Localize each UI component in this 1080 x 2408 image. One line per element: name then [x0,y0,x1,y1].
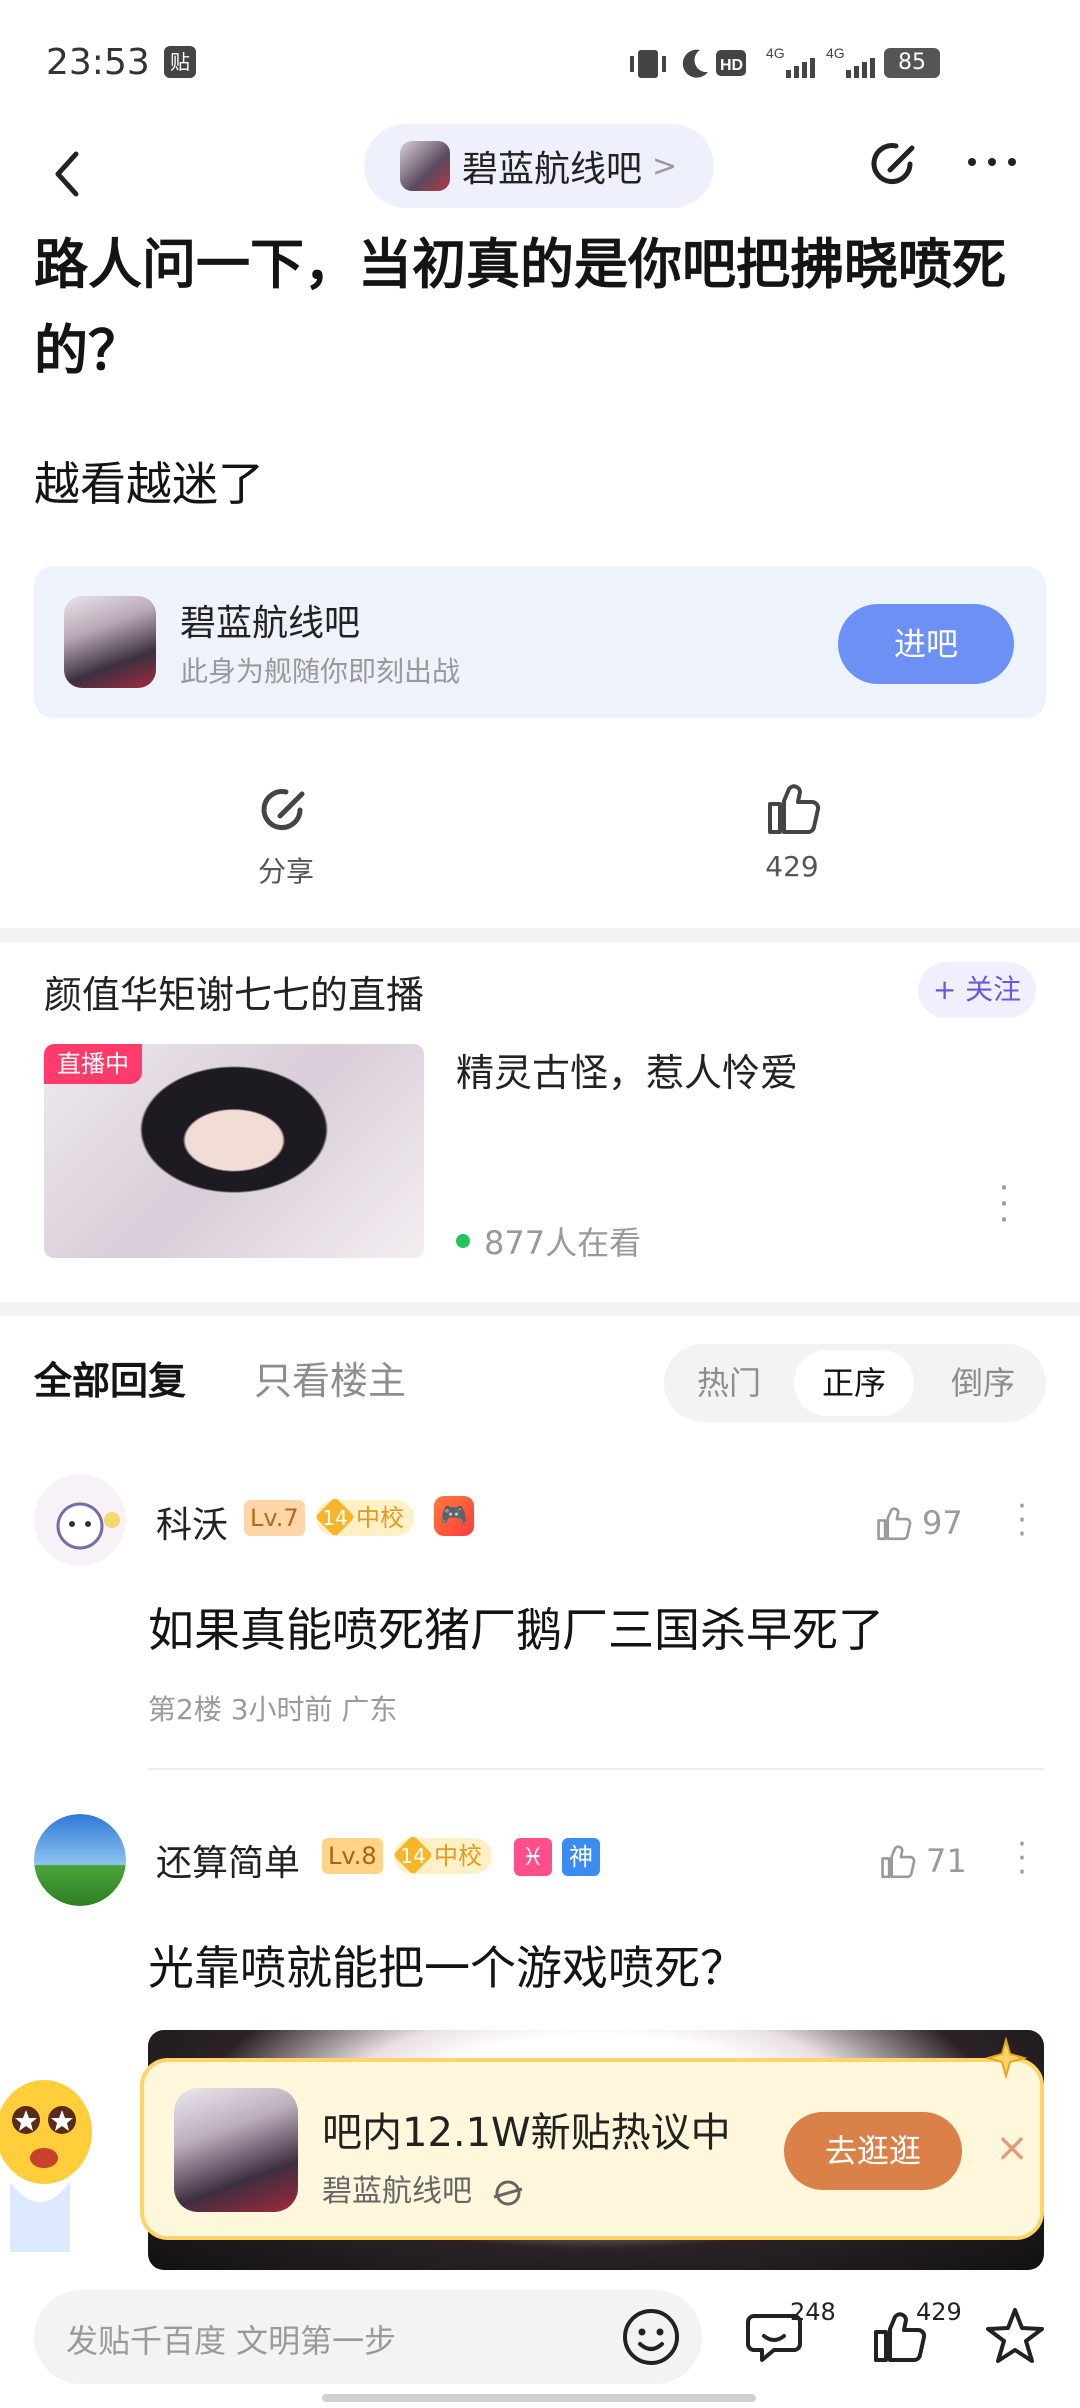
reply-like[interactable]: 71 [876,1840,967,1882]
promo-banner[interactable]: 吧内12.1W新贴热议中 碧蓝航线吧 去逛逛 × [140,2036,1044,2240]
mascot-icon[interactable] [0,2062,96,2276]
reply-like[interactable]: 97 [872,1502,963,1544]
reply-username[interactable]: 还算简单 [156,1834,300,1886]
forum-card[interactable]: 碧蓝航线吧 此身为舰随你即刻出战 进吧 [34,566,1046,718]
like-count: 429 [765,850,819,883]
live-title[interactable]: 颜值华矩谢七七的直播 [44,964,424,1019]
reply-text: 如果真能喷死猪厂鹅厂三国杀早死了 [148,1603,884,1657]
live-more-icon[interactable]: · · · [998,1171,1010,1237]
share-label: 分享 [257,855,314,888]
status-time: 23:53 [46,42,150,83]
sort-toggle: 热门 正序 倒序 [664,1344,1046,1422]
zodiac-badge-icon: ♓ [514,1838,552,1876]
avatar[interactable] [34,1814,126,1906]
follow-button[interactable]: + 关注 [918,962,1036,1018]
reply-text: 光靠喷就能把一个游戏喷死？ [148,1941,746,1995]
live-badge: 直播中 [44,1044,142,1084]
rank-badge: 14 中校 [314,1496,414,1538]
promo-title: 吧内12.1W新贴热议中 [322,2110,731,2156]
forum-pill[interactable]: 碧蓝航线吧 > [364,124,714,208]
live-dot-icon [456,1234,470,1248]
live-viewers-text: 877人在看 [484,1224,642,1262]
reply-more-icon[interactable]: · · · [1016,1830,1028,1888]
enter-forum-button[interactable]: 进吧 [838,604,1014,684]
sort-descending[interactable]: 倒序 [918,1344,1048,1422]
level-badge: Lv.7 [244,1500,305,1536]
share-icon[interactable] [866,134,926,194]
live-viewers: 877人在看 [456,1218,641,1264]
bottom-bar: 发贴千百度 文明第一步 248 429 [0,2280,1080,2408]
svg-text:4G: 4G [766,45,785,61]
section-divider [0,1302,1080,1316]
forum-card-name: 碧蓝航线吧 [180,603,361,644]
svg-text:HD: HD [720,57,743,74]
live-thumbnail[interactable]: 直播中 [44,1044,424,1258]
avatar[interactable] [34,1474,126,1566]
post-title: 路人问一下，当初真的是你吧把拂晓喷死的？ [34,233,1006,382]
top-nav: 碧蓝航线吧 > [0,120,1080,232]
tieba-notification-icon: 贴 [164,46,196,78]
home-indicator[interactable] [322,2394,756,2402]
forum-card-avatar [64,596,156,688]
post-body: 越看越迷了 [34,457,264,511]
more-icon[interactable] [962,138,1022,188]
moon-icon [682,49,708,78]
promo-avatar [174,2088,298,2212]
sort-hot[interactable]: 热门 [664,1344,794,1422]
vibrate-icon [630,50,666,78]
thumbs-up-icon [881,1845,916,1879]
reply-divider [148,1768,1044,1770]
battery-icon: 85 [884,48,940,78]
share-icon [261,789,305,831]
chevron-right-icon: > [652,148,678,184]
reply-like-count: 97 [922,1504,963,1542]
reply-input-placeholder: 发贴千百度 文明第一步 [66,2322,397,2360]
back-icon[interactable] [46,140,96,210]
hd-icon: HD [716,50,746,76]
reply-username[interactable]: 科沃 [156,1496,228,1548]
star-icon[interactable] [982,2304,1048,2370]
game-badge-icon: 🎮 [434,1496,474,1536]
tab-op-only[interactable]: 只看楼主 [254,1350,406,1405]
reply-like-count: 71 [926,1842,967,1880]
signal-4g-icon-2: 4G [826,45,875,78]
sort-ascending[interactable]: 正序 [794,1350,914,1416]
sparkle-icon [984,2036,1028,2080]
like-action[interactable]: 429 [752,776,832,883]
status-bar: 23:53 贴 HD 4G 4G 85 [0,0,1080,120]
level-badge: Lv.8 [322,1838,383,1874]
share-action[interactable]: 分享 [246,780,326,890]
close-icon[interactable]: × [984,2120,1040,2176]
promo-subtitle: 碧蓝航线吧 [322,2166,526,2211]
tab-all-replies[interactable]: 全部回复 [34,1350,186,1405]
go-browse-button[interactable]: 去逛逛 [784,2112,962,2190]
forum-avatar [400,141,450,191]
rank-badge: 14 中校 [392,1834,492,1876]
thumbs-up-icon [768,784,821,834]
god-badge-icon: 神 [562,1838,600,1876]
reply-meta: 第2楼 3小时前 广东 [148,1693,398,1726]
live-description: 精灵古怪，惹人怜爱 [456,1051,799,1095]
thumbs-up-icon [877,1507,912,1541]
reply-more-icon[interactable]: · · · [1016,1492,1028,1550]
like-count-bottom: 429 [916,2298,962,2326]
forum-card-slogan: 此身为舰随你即刻出战 [180,655,461,688]
svg-text:4G: 4G [826,45,845,61]
forum-pill-name: 碧蓝航线吧 [462,149,643,190]
comment-count: 248 [790,2298,836,2326]
emoji-icon[interactable] [616,2302,686,2372]
section-divider [0,928,1080,942]
planet-icon [493,2180,522,2205]
reply-input[interactable]: 发贴千百度 文明第一步 [34,2290,702,2384]
signal-4g-icon-1: 4G [766,45,815,78]
